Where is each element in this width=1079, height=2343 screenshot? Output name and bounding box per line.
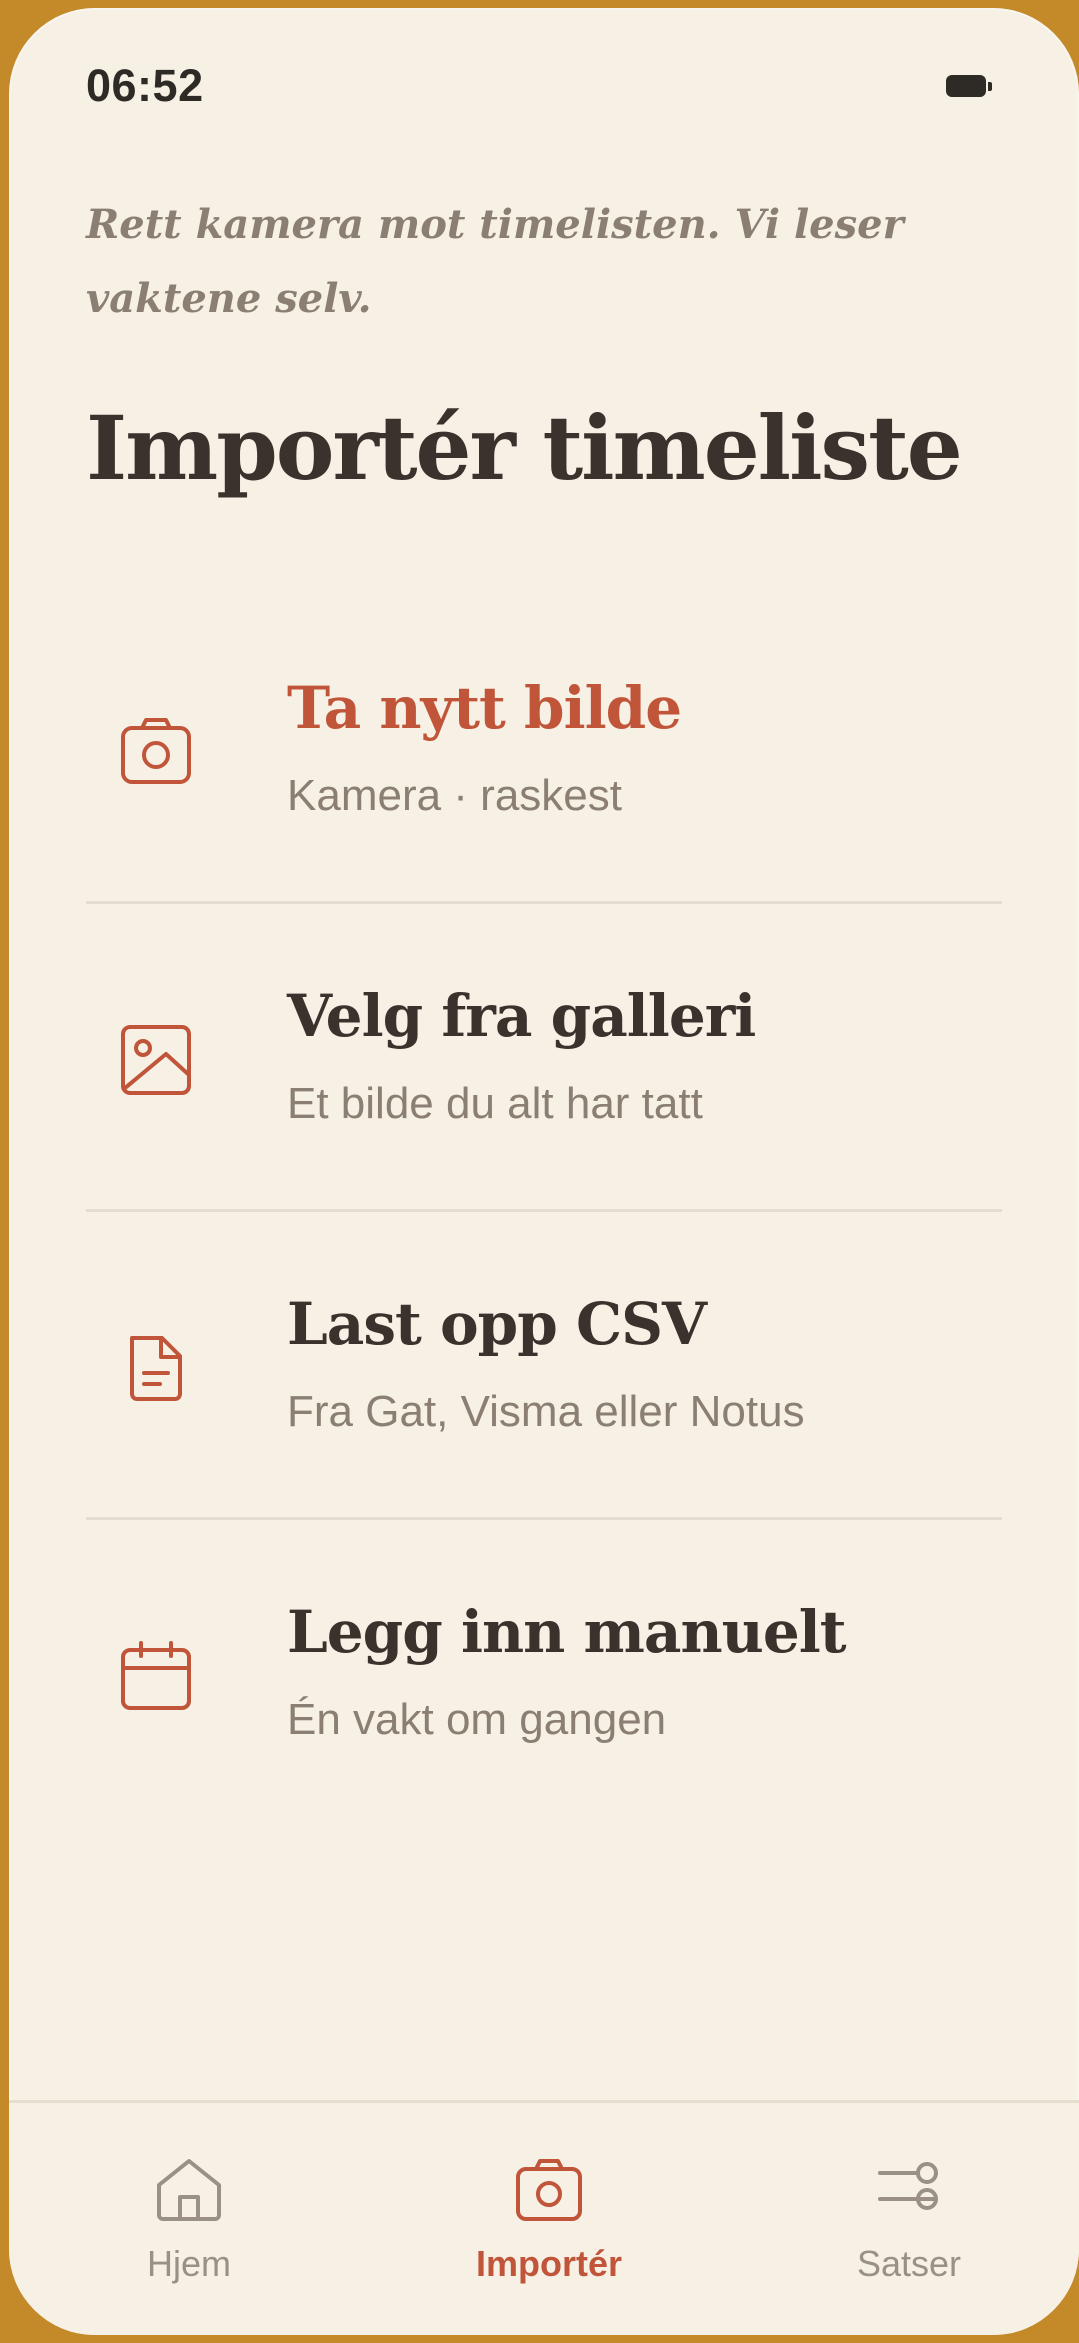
calendar-icon <box>118 1638 194 1714</box>
option-description: Fra Gat, Visma eller Notus <box>287 1387 805 1436</box>
bottom-tab-bar: Hjem Importér Satser <box>9 2100 1079 2335</box>
option-take-photo[interactable]: Ta nytt bilde Kamera · raskest <box>86 596 1002 904</box>
home-icon <box>154 2155 224 2225</box>
tab-label: Importér <box>475 2243 623 2284</box>
option-title: Velg fra galleri <box>287 982 756 1050</box>
page-subtitle: Rett kamera mot timelisten. Vi leser vak… <box>86 201 904 322</box>
document-icon <box>118 1330 194 1406</box>
image-icon <box>118 1022 194 1098</box>
option-upload-csv[interactable]: Last opp CSV Fra Gat, Visma eller Notus <box>86 1212 1002 1520</box>
option-title: Ta nytt bilde <box>287 674 682 742</box>
option-manual-entry[interactable]: Legg inn manuelt Én vakt om gangen <box>86 1520 1002 1828</box>
sliders-icon <box>874 2155 944 2225</box>
battery-icon <box>946 75 992 97</box>
option-title: Legg inn manuelt <box>287 1598 847 1666</box>
tab-home[interactable]: Hjem <box>69 2103 309 2303</box>
page-title: Importér timeliste <box>86 396 963 500</box>
option-title: Last opp CSV <box>287 1290 707 1358</box>
option-description: Én vakt om gangen <box>287 1695 667 1744</box>
status-time: 06:52 <box>86 60 204 111</box>
tab-rates[interactable]: Satser <box>789 2103 1029 2303</box>
option-choose-gallery[interactable]: Velg fra galleri Et bilde du alt har tat… <box>86 904 1002 1212</box>
app-screen: 06:52 Rett kamera mot timelisten. Vi les… <box>9 8 1079 2335</box>
device-frame: 06:52 Rett kamera mot timelisten. Vi les… <box>0 0 1079 2343</box>
tab-label: Hjem <box>146 2243 231 2284</box>
camera-icon <box>514 2155 584 2225</box>
camera-icon <box>118 714 194 790</box>
tab-label: Satser <box>856 2243 962 2284</box>
tab-import[interactable]: Importér <box>429 2103 669 2303</box>
option-description: Et bilde du alt har tatt <box>287 1079 703 1128</box>
option-description: Kamera · raskest <box>287 771 622 820</box>
